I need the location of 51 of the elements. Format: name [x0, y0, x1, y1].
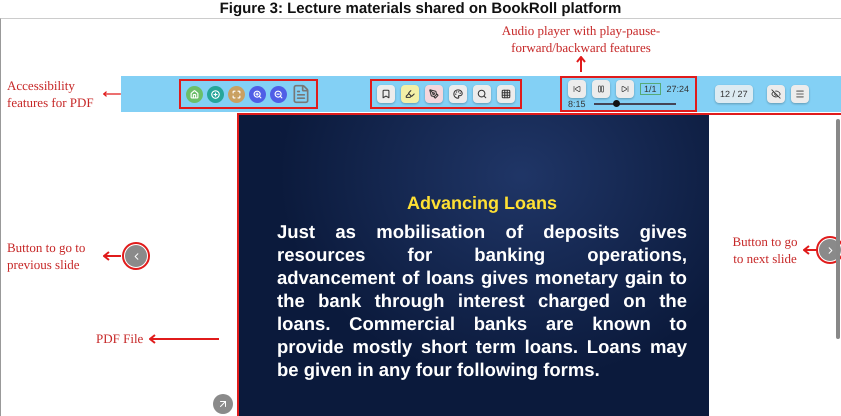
bookmark-button[interactable] [377, 85, 395, 103]
annotation-arrow [149, 334, 220, 344]
previous-slide-button[interactable] [125, 245, 147, 267]
zoom-in-icon [253, 90, 262, 98]
pen-icon [429, 89, 439, 99]
annotation-text: Button to go to next slide [731, 233, 798, 267]
grid-button[interactable] [497, 85, 515, 103]
duration: 27:24 [666, 84, 690, 94]
search-button[interactable] [473, 85, 491, 103]
annotation-arrow [576, 56, 586, 72]
next-track-button[interactable] [616, 80, 634, 98]
slide-title: Advancing Loans [406, 193, 558, 214]
zoom-in-button[interactable] [249, 86, 266, 102]
arrow-icon [217, 398, 229, 410]
annotation-text: Audio player with play-pause-forward/backward features [500, 22, 662, 56]
pause-button[interactable] [592, 80, 610, 98]
palette-button[interactable] [449, 85, 467, 103]
zoom-out-icon [274, 90, 283, 98]
eye-off-icon [770, 89, 781, 99]
document-icon[interactable] [291, 84, 311, 104]
annotation-text: Button to go to previous slide [7, 239, 86, 273]
annotation-arrow [803, 245, 817, 255]
plus-button[interactable] [207, 86, 224, 102]
track-number: 1/1 [640, 83, 661, 95]
expand-button[interactable] [213, 394, 233, 414]
current-time: 8:15 [568, 99, 586, 109]
page-counter: 12 / 27 [715, 85, 753, 103]
previous-track-button[interactable] [568, 80, 586, 98]
annotation-arrow [103, 89, 121, 99]
pause-icon [597, 85, 605, 93]
bookmark-icon [381, 89, 391, 99]
menu-icon [794, 89, 805, 99]
slide-text: Just as mobilisation of deposits gives resources for banking operations, advancement of loans gives monetary gain to the bank through interest charged on the loans. Commercial banks are known to provide mostly short term loans. Loans may be given in any four following forms. [277, 220, 687, 381]
menu-button[interactable] [790, 85, 809, 103]
highlighter-button[interactable] [401, 85, 419, 103]
search-icon [477, 89, 487, 99]
palette-icon [453, 89, 463, 99]
skip-back-icon [573, 85, 581, 93]
plus-icon [211, 90, 220, 98]
pen-button[interactable] [425, 85, 443, 103]
home-icon [190, 90, 199, 98]
annotation-arrow [103, 251, 121, 261]
highlighter-icon [405, 89, 415, 99]
expand-icon [232, 90, 241, 98]
annotation-text: PDF File [96, 330, 144, 347]
annotation-text: Accessibility features for PDF [7, 77, 95, 111]
grid-icon [501, 89, 511, 99]
hide-button[interactable] [766, 85, 785, 103]
zoom-out-button[interactable] [270, 86, 287, 102]
skip-forward-icon [621, 85, 629, 93]
figure-caption: Figure 3: Lecture materials shared on BookRoll platform [218, 0, 622, 18]
